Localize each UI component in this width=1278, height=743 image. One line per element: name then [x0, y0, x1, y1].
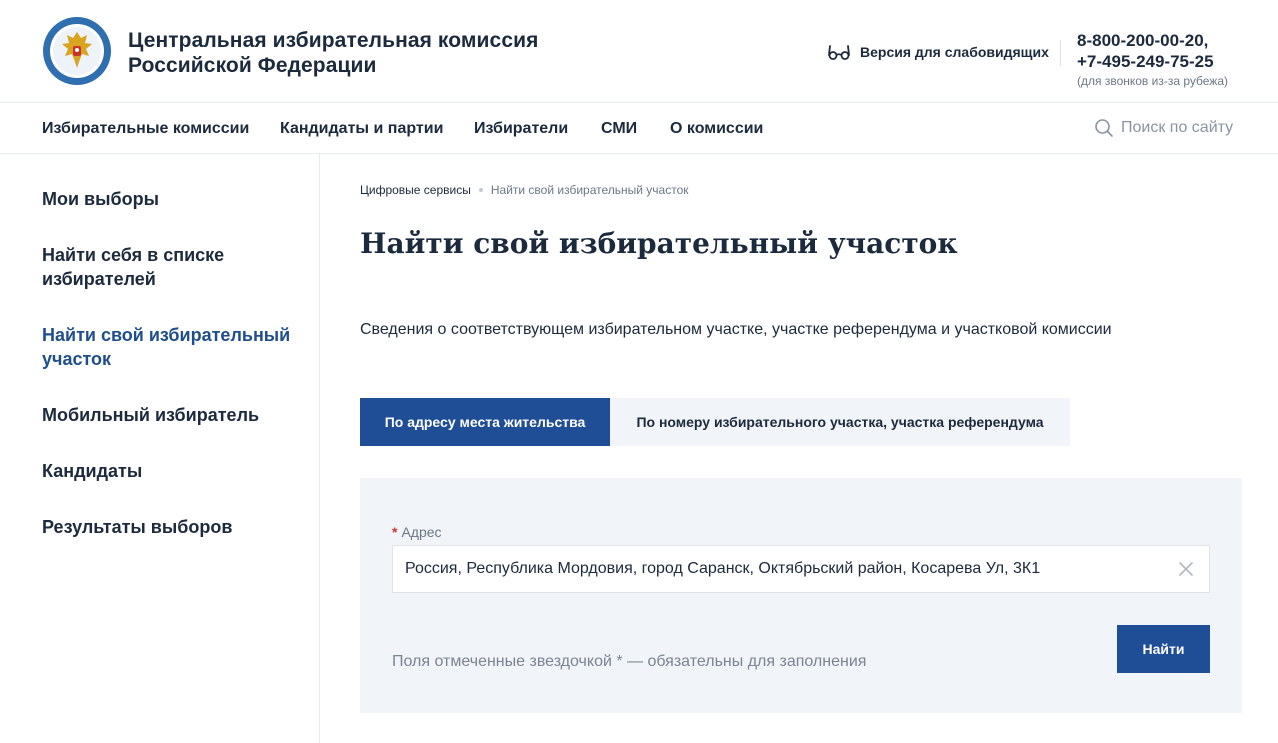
- required-asterisk: *: [392, 524, 398, 540]
- low-vision-label: Версия для слабовидящих: [860, 44, 1049, 60]
- search-icon: [1095, 119, 1113, 137]
- sidebar-item-election-results[interactable]: Результаты выборов: [42, 515, 302, 539]
- nav-item-voters[interactable]: Избиратели: [474, 120, 568, 138]
- organization-name-line2: Российской Федерации: [128, 54, 377, 77]
- nav-item-candidates-parties[interactable]: Кандидаты и партии: [280, 120, 443, 138]
- nav-item-election-commissions[interactable]: Избирательные комиссии: [42, 120, 249, 138]
- page-description: Сведения о соответствующем избирательном…: [360, 321, 1112, 338]
- sidebar-item-candidates[interactable]: Кандидаты: [42, 459, 302, 483]
- find-button[interactable]: Найти: [1117, 625, 1210, 673]
- sidebar-item-find-in-voter-list[interactable]: Найти себя в списке избирателей: [42, 243, 262, 291]
- glasses-icon: [828, 45, 850, 60]
- tab-by-station-number[interactable]: По номеру избирательного участка, участк…: [610, 398, 1070, 446]
- search-placeholder: Поиск по сайту: [1121, 119, 1234, 136]
- address-input[interactable]: [405, 546, 1165, 592]
- phone-note: (для звонков из-за рубежа): [1077, 74, 1229, 88]
- site-search[interactable]: Поиск по сайту: [1094, 118, 1233, 138]
- breadcrumb-digital-services[interactable]: Цифровые сервисы: [360, 183, 471, 197]
- sidebar: Мои выборы Найти себя в списке избирател…: [0, 154, 320, 743]
- sidebar-item-my-elections[interactable]: Мои выборы: [42, 187, 302, 211]
- phone-number-2[interactable]: +7-495-249-75-25: [1077, 51, 1228, 72]
- page-title: Найти свой избирательный участок: [360, 227, 958, 260]
- nav-item-media[interactable]: СМИ: [601, 120, 637, 138]
- address-field: [392, 545, 1210, 593]
- address-label-text: Адрес: [401, 524, 442, 540]
- close-icon[interactable]: [1177, 560, 1195, 578]
- organization-name[interactable]: Центральная избирательная комиссия Росси…: [128, 28, 538, 78]
- site-header: Центральная избирательная комиссия Росси…: [0, 0, 1278, 103]
- sidebar-item-mobile-voter[interactable]: Мобильный избиратель: [42, 403, 302, 427]
- sidebar-item-find-polling-station[interactable]: Найти свой избирательный участок: [42, 323, 302, 371]
- contact-phones: 8-800-200-00-20, +7-495-249-75-25 (для з…: [1077, 30, 1228, 88]
- organization-name-line1: Центральная избирательная комиссия: [128, 29, 539, 52]
- tab-by-address[interactable]: По адресу места жительства: [360, 398, 610, 446]
- nav-item-about[interactable]: О комиссии: [670, 120, 763, 138]
- address-label: * Адрес: [392, 524, 442, 540]
- breadcrumb-current: Найти свой избирательный участок: [490, 183, 689, 197]
- top-navigation: Избирательные комиссии Кандидаты и парти…: [0, 103, 1278, 154]
- breadcrumb-separator: [478, 188, 483, 192]
- phone-number-1[interactable]: 8-800-200-00-20,: [1077, 30, 1228, 51]
- low-vision-link[interactable]: Версия для слабовидящих: [828, 41, 1049, 63]
- cec-emblem-icon[interactable]: [42, 16, 112, 86]
- required-fields-hint: Поля отмеченные звездочкой * — обязатель…: [392, 653, 867, 670]
- search-form-panel: *Адрес Поля отмеченные звездочкой * — об…: [360, 478, 1242, 713]
- breadcrumb: Цифровые сервисы Найти свой избирательны…: [360, 183, 689, 197]
- header-divider: [1060, 40, 1061, 66]
